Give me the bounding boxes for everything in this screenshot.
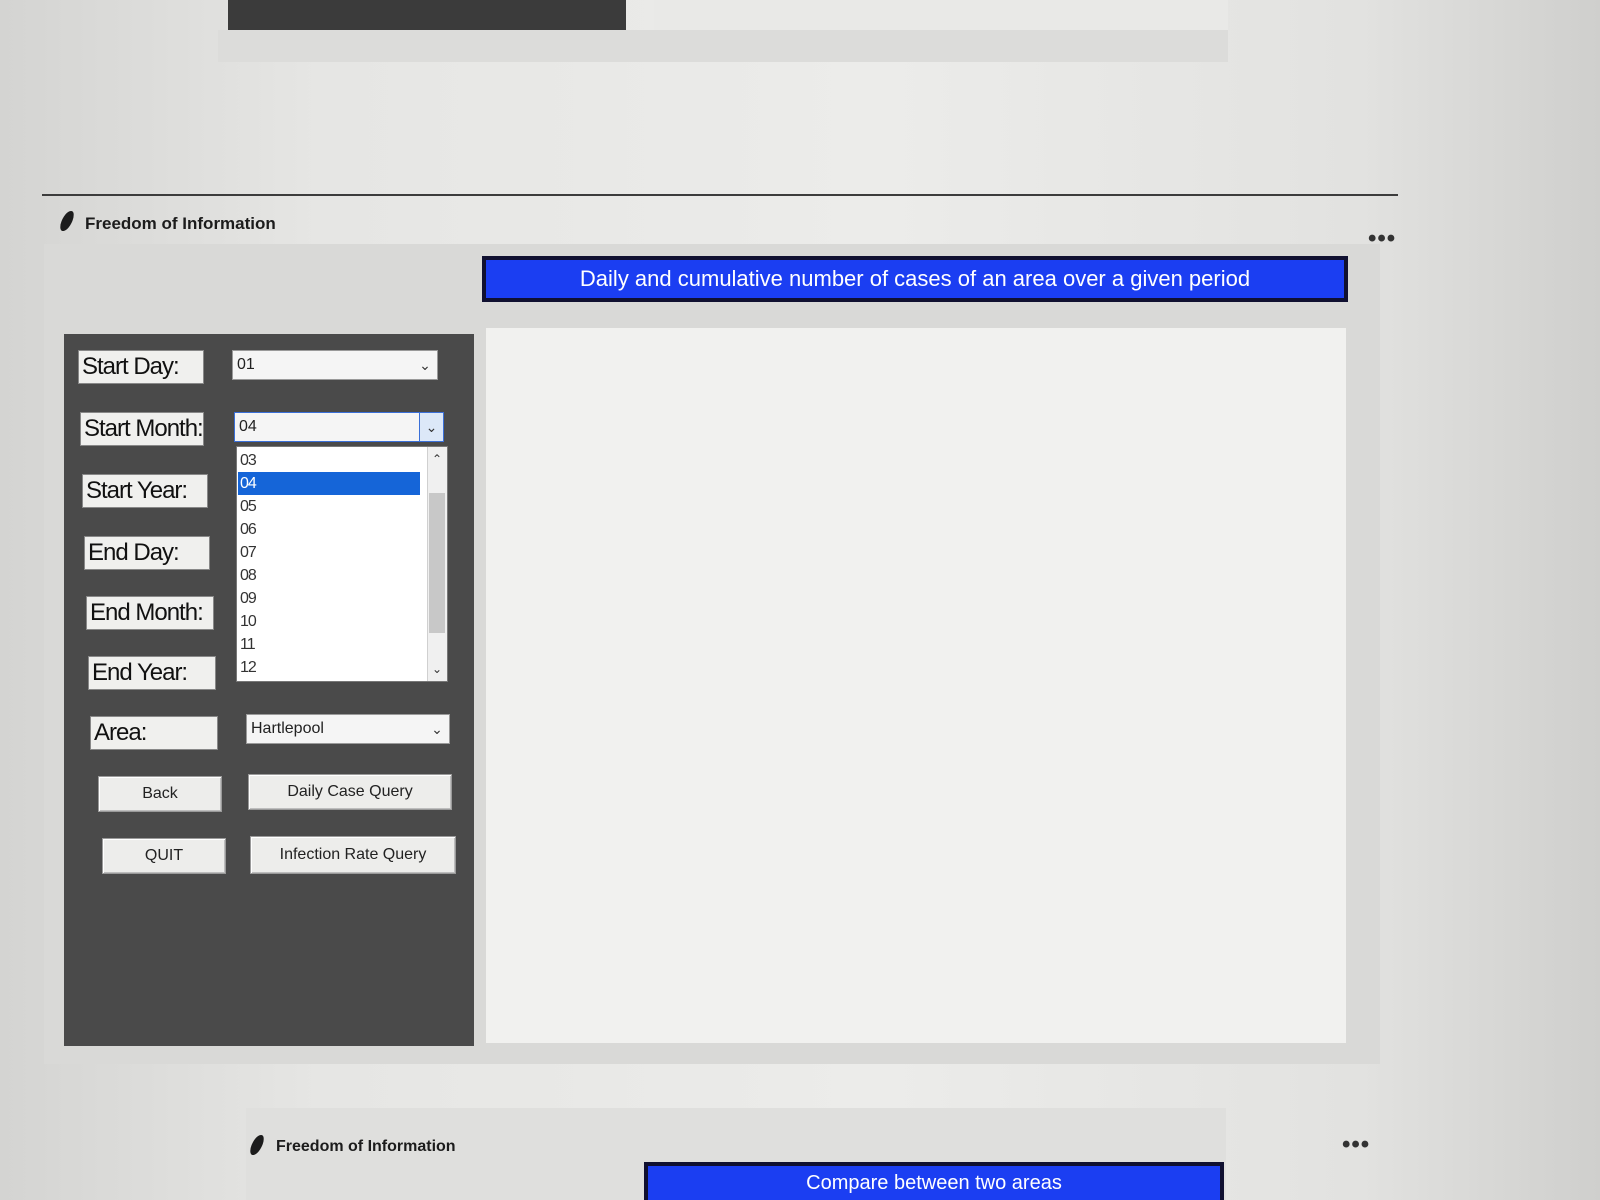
dropdown-option[interactable]: 12 [238,656,420,679]
start-month-combobox[interactable]: 04 ⌄ [234,412,444,442]
area-label: Area: [90,716,218,750]
dropdown-option[interactable]: 07 [238,541,420,564]
more-options-icon[interactable]: ••• [1342,1133,1370,1157]
chevron-down-icon[interactable]: ⌄ [413,351,437,379]
dropdown-option[interactable]: 06 [238,518,420,541]
quit-button[interactable]: QUIT [102,838,226,874]
divider-line [42,194,1398,196]
area-value: Hartlepool [251,720,324,737]
dropdown-option[interactable]: 03 [238,449,420,472]
second-window-title: Freedom of Information [276,1138,456,1155]
background-window-top-light [654,0,1228,30]
end-month-label: End Month: [86,596,214,630]
chevron-down-icon[interactable]: ⌄ [419,413,443,441]
chevron-up-icon[interactable]: ⌃ [427,449,447,469]
plot-canvas [486,328,1346,1043]
infection-rate-query-button[interactable]: Infection Rate Query [250,836,456,874]
dropdown-option-selected[interactable]: 04 [238,472,420,495]
window-title: Freedom of Information [85,214,276,233]
chevron-down-icon[interactable]: ⌄ [427,659,447,679]
start-year-label: Start Year: [82,474,208,508]
chevron-down-icon[interactable]: ⌄ [425,715,449,743]
feather-icon [58,208,76,234]
end-year-label: End Year: [88,656,216,690]
second-window-banner: Compare between two areas [644,1162,1224,1200]
dropdown-option[interactable]: 05 [238,495,420,518]
end-day-label: End Day: [84,536,210,570]
daily-case-query-button[interactable]: Daily Case Query [248,774,452,810]
start-day-combobox[interactable]: 01 ⌄ [232,350,438,380]
background-window-top-strip [218,30,1228,62]
start-day-value: 01 [237,356,255,373]
back-button[interactable]: Back [98,776,222,812]
area-combobox[interactable]: Hartlepool ⌄ [246,714,450,744]
background-window-top-dark [228,0,626,32]
start-month-dropdown-list[interactable]: 03 04 05 06 07 08 09 10 11 12 ⌃ ⌄ [236,446,448,682]
dropdown-option[interactable]: 10 [238,610,420,633]
page-banner: Daily and cumulative number of cases of … [482,256,1348,302]
scrollbar-thumb[interactable] [429,493,445,633]
dropdown-option[interactable]: 09 [238,587,420,610]
dropdown-option[interactable]: 11 [238,633,420,656]
start-day-label: Start Day: [78,350,204,384]
start-month-value: 04 [239,418,257,435]
start-month-label: Start Month: [80,412,204,446]
dropdown-option[interactable]: 08 [238,564,420,587]
